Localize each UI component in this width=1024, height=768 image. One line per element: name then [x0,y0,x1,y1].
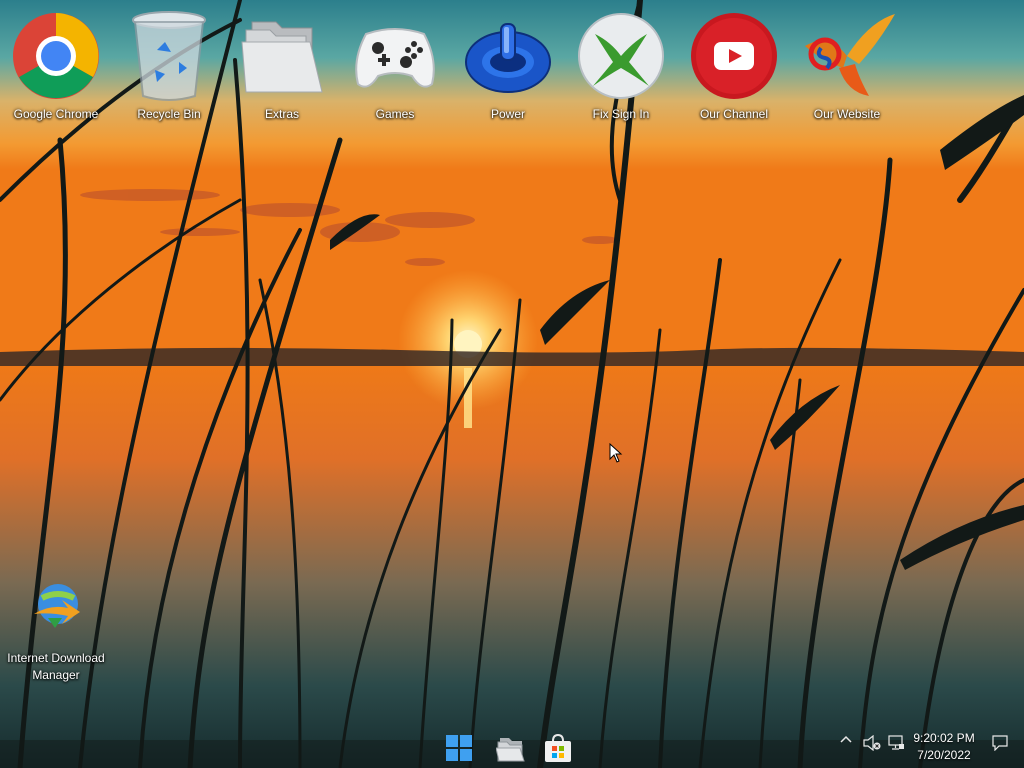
desktop-icon-google-chrome[interactable]: Google Chrome [6,8,106,123]
desktop-icon-games[interactable]: Games [345,8,445,123]
desktop-icon-label: Fix Sign In [592,107,650,121]
desktop-icon-label: Google Chrome [13,107,99,121]
desktop-icon-extras[interactable]: Extras [232,8,332,123]
desktop-icon-internet-download-manager[interactable]: Internet Download Manager [6,564,106,684]
clock-date: 7/20/2022 [917,748,971,762]
desktop-icon-label: Power [490,107,525,121]
desktop-icon-fix-sign-in[interactable]: Fix Sign In [571,8,671,123]
store-icon [545,733,571,762]
taskbar-clock[interactable]: 9:20:02 PM 7/20/2022 [908,730,980,764]
file-explorer-button[interactable] [494,731,528,765]
network-button[interactable] [886,735,906,751]
phoenix-logo-icon [799,8,895,104]
idm-icon [8,564,104,648]
youtube-icon [686,8,782,104]
desktop-icon-our-website[interactable]: Our Website [797,8,897,123]
desktop-icon-power[interactable]: Power [458,8,558,123]
notification-icon [992,735,1008,751]
desktop-icon-label: Extras [264,107,299,121]
network-icon [888,735,904,750]
desktop-icon-our-channel[interactable]: Our Channel [684,8,784,123]
clock-time: 9:20:02 PM [913,731,975,745]
desktop-icon-recycle-bin[interactable]: Recycle Bin [119,8,219,123]
desktop-icon-label: Our Website [813,107,881,121]
power-icon [460,8,556,104]
chrome-icon [8,8,104,104]
recycle-bin-icon [121,8,217,104]
gamepad-icon [347,8,443,104]
desktop-icon-label: Our Channel [699,107,769,121]
volume-button[interactable] [862,735,882,751]
folder-icon [234,8,330,104]
microsoft-store-button[interactable] [541,731,575,765]
desktop-icon-label: Recycle Bin [137,107,201,121]
desktop-icon-label: Games [375,107,415,121]
taskbar: 9:20:02 PM 7/20/2022 [0,726,1024,768]
desktop-icon-label: Internet Download Manager [7,651,105,682]
chevron-up-icon [840,735,852,743]
start-button[interactable] [442,731,476,765]
volume-muted-icon [863,735,881,751]
mouse-cursor-icon [609,443,623,463]
file-explorer-icon [496,738,525,762]
show-hidden-icons-button[interactable] [838,735,854,743]
windows-start-icon [446,735,472,761]
xbox-icon [573,8,669,104]
notification-button[interactable] [990,735,1010,751]
